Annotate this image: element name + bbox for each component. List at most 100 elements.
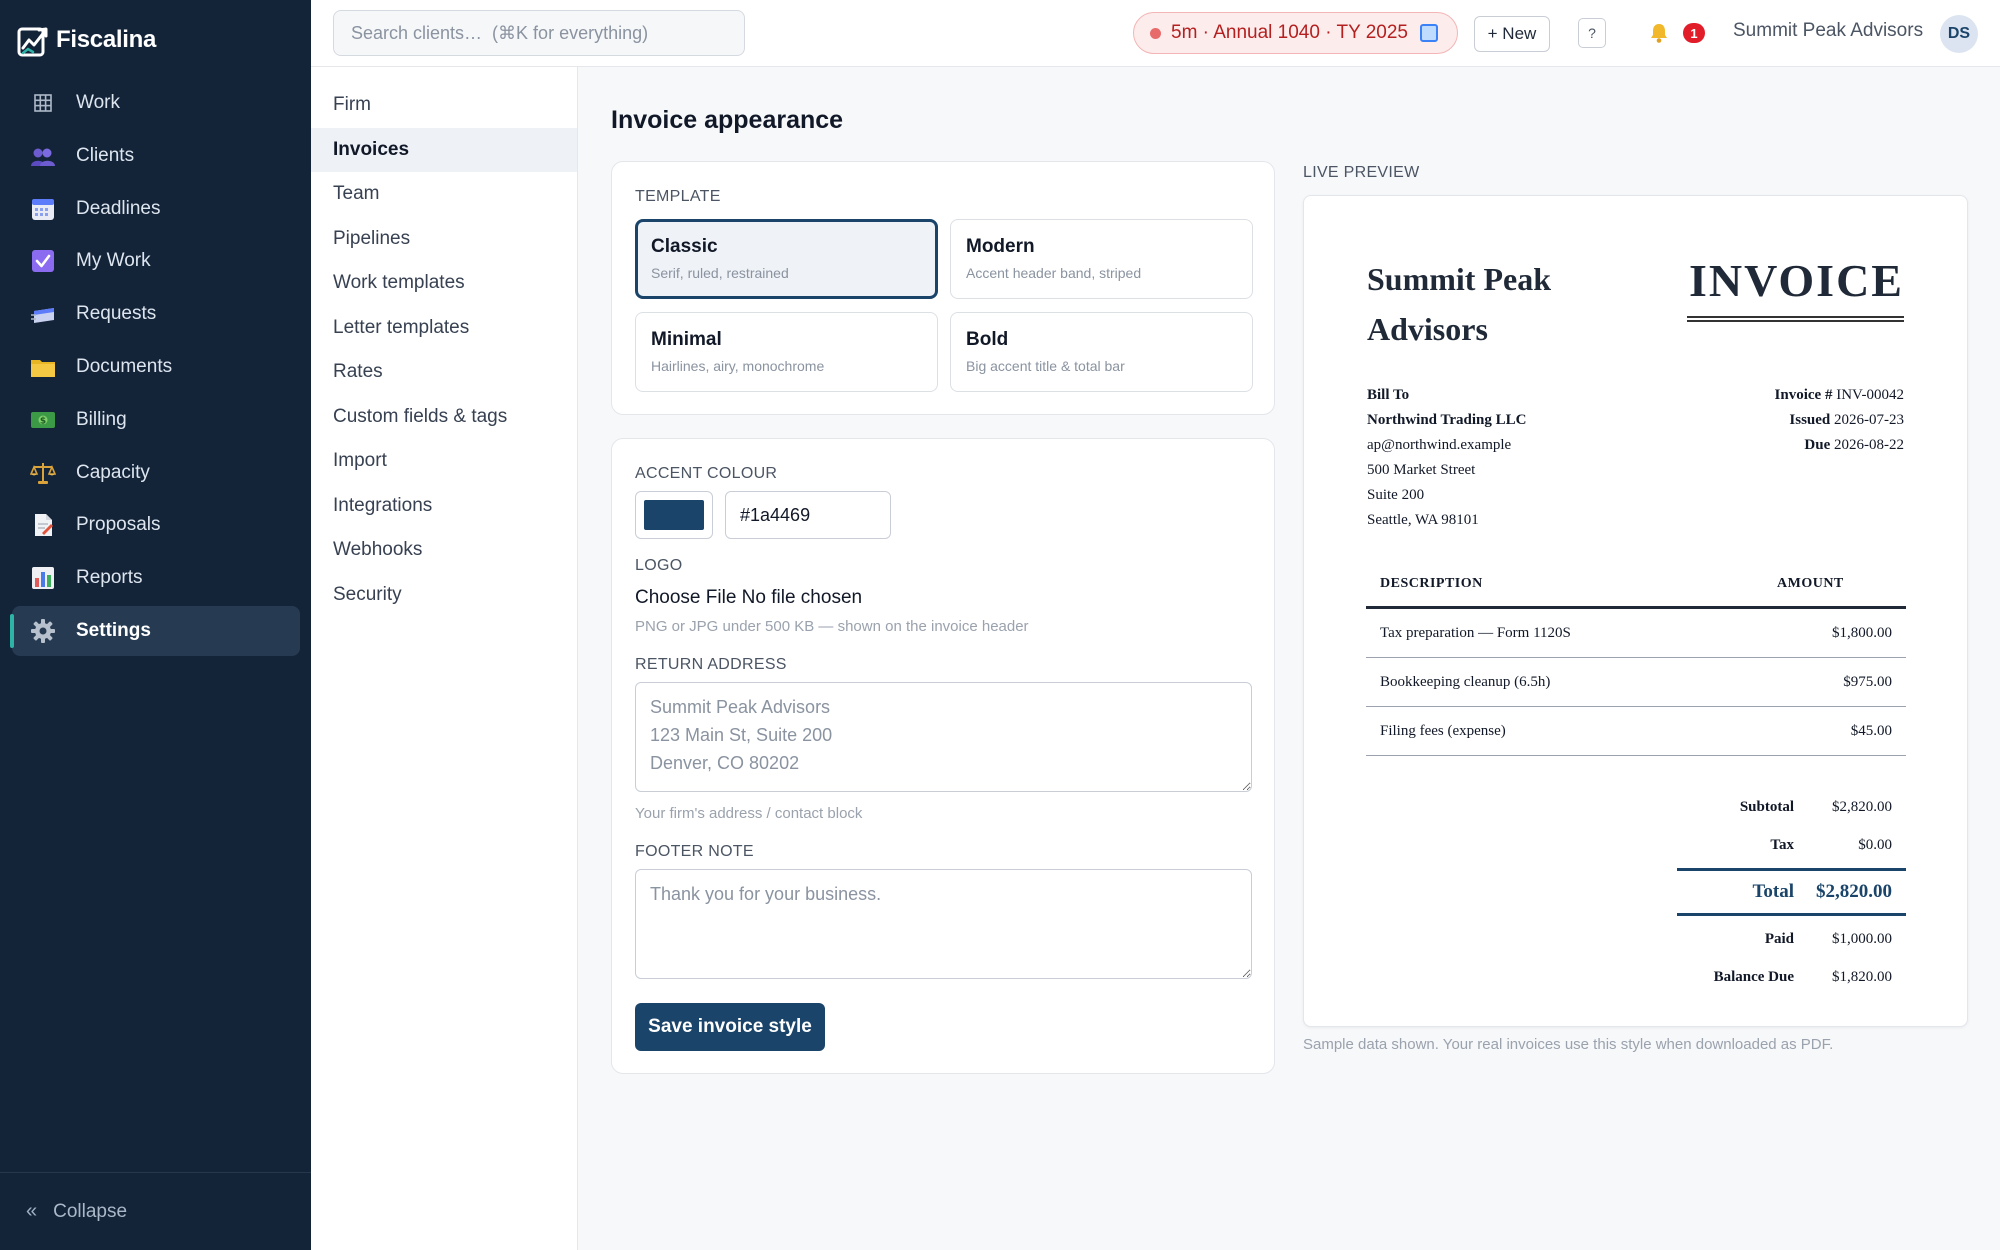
nav-label: Reports bbox=[76, 567, 143, 589]
app-name: Fiscalina bbox=[56, 26, 157, 53]
template-name: Modern bbox=[966, 236, 1035, 257]
tax-label: Tax bbox=[1770, 836, 1794, 853]
template-card: TEMPLATE Classic Serif, ruled, restraine… bbox=[611, 161, 1275, 415]
return-address-hint: Your firm's address / contact block bbox=[635, 805, 863, 822]
firm-name[interactable]: Summit Peak Advisors bbox=[1733, 20, 1923, 42]
line-description: Tax preparation — Form 1120S bbox=[1380, 624, 1571, 641]
total-label: Total bbox=[1752, 881, 1794, 902]
line-amount: $1,800.00 bbox=[1832, 624, 1892, 641]
recording-dot-icon bbox=[1150, 27, 1161, 39]
timer-text: 5m · Annual 1040 · TY 2025 bbox=[1171, 22, 1408, 43]
template-option-bold[interactable]: Bold Big accent title & total bar bbox=[950, 312, 1253, 392]
paid-value: $1,000.00 bbox=[1832, 930, 1892, 947]
total-value: $2,820.00 bbox=[1816, 881, 1892, 902]
main-nav: Work Clients Deadlines My Work Requests bbox=[10, 78, 300, 659]
nav-item-capacity[interactable]: Capacity bbox=[12, 448, 300, 498]
nav-item-requests[interactable]: Requests bbox=[12, 289, 300, 339]
settings-nav-team[interactable]: Team bbox=[311, 172, 577, 217]
return-address-label: RETURN ADDRESS bbox=[635, 656, 787, 673]
template-label: TEMPLATE bbox=[635, 188, 721, 205]
nav-item-work[interactable]: Work bbox=[12, 78, 300, 128]
template-name: Minimal bbox=[651, 329, 722, 350]
search-input[interactable] bbox=[333, 10, 745, 56]
balance-due-value: $1,820.00 bbox=[1832, 968, 1892, 985]
collapse-label: Collapse bbox=[53, 1200, 128, 1222]
return-address-field[interactable] bbox=[635, 682, 1252, 792]
paid-row: Paid $1,000.00 bbox=[1677, 920, 1906, 958]
nav-label: Requests bbox=[76, 303, 157, 325]
nav-item-my-work[interactable]: My Work bbox=[12, 236, 300, 286]
folder-icon bbox=[30, 354, 56, 380]
settings-nav-firm[interactable]: Firm bbox=[311, 83, 577, 128]
accent-hex-input[interactable] bbox=[725, 491, 891, 539]
settings-nav-invoices[interactable]: Invoices bbox=[311, 127, 577, 172]
nav-label: Deadlines bbox=[76, 197, 161, 219]
settings-nav-import[interactable]: Import bbox=[311, 439, 577, 484]
bell-icon[interactable] bbox=[1648, 22, 1670, 44]
preview-title-rule bbox=[1687, 316, 1904, 322]
settings-nav-custom-fields[interactable]: Custom fields & tags bbox=[311, 395, 577, 440]
settings-nav-letter-templates[interactable]: Letter templates bbox=[311, 306, 577, 351]
nav-item-settings[interactable]: Settings bbox=[10, 605, 300, 656]
running-timer[interactable]: 5m · Annual 1040 · TY 2025 bbox=[1133, 12, 1458, 54]
footer-note-label: FOOTER NOTE bbox=[635, 843, 754, 860]
collapse-button[interactable]: « Collapse bbox=[0, 1172, 311, 1250]
template-desc: Serif, ruled, restrained bbox=[651, 265, 789, 281]
avatar[interactable]: DS bbox=[1940, 15, 1978, 53]
invoice-number-label: Invoice # bbox=[1774, 387, 1833, 403]
gear-icon bbox=[30, 618, 56, 644]
style-form-card: ACCENT COLOUR LOGO Choose File No file c… bbox=[611, 438, 1275, 1074]
accent-swatch bbox=[644, 500, 704, 530]
help-button[interactable]: ? bbox=[1578, 18, 1606, 48]
nav-label: Work bbox=[76, 92, 120, 113]
settings-nav-rates[interactable]: Rates bbox=[311, 350, 577, 395]
people-icon bbox=[30, 143, 56, 169]
due-date: 2026-08-22 bbox=[1834, 437, 1904, 453]
settings-nav-pipelines[interactable]: Pipelines bbox=[311, 217, 577, 262]
template-option-modern[interactable]: Modern Accent header band, striped bbox=[950, 219, 1253, 299]
settings-nav-integrations[interactable]: Integrations bbox=[311, 484, 577, 529]
issued-label: Issued bbox=[1789, 412, 1831, 428]
issued-date: 2026-07-23 bbox=[1834, 412, 1904, 428]
subtotal-value: $2,820.00 bbox=[1832, 798, 1892, 815]
invoice-number: INV-00042 bbox=[1836, 387, 1904, 403]
preview-title: INVOICE bbox=[1688, 255, 1904, 306]
logo-label: LOGO bbox=[635, 557, 683, 574]
save-invoice-style-button[interactable]: Save invoice style bbox=[635, 1003, 825, 1051]
template-name: Classic bbox=[651, 236, 718, 257]
bill-to-company: Northwind Trading LLC bbox=[1367, 412, 1527, 428]
nav-label: Capacity bbox=[76, 461, 150, 483]
accent-colour-picker[interactable] bbox=[635, 491, 713, 539]
nav-item-documents[interactable]: Documents bbox=[12, 342, 300, 392]
nav-label: Settings bbox=[76, 619, 151, 641]
line-description: Bookkeeping cleanup (6.5h) bbox=[1380, 673, 1551, 690]
file-status: No file chosen bbox=[741, 587, 863, 608]
table-row: Bookkeeping cleanup (6.5h) $975.00 bbox=[1366, 658, 1906, 707]
checkbox-icon bbox=[30, 248, 56, 274]
preview-invoice-meta: Invoice # INV-00042 Issued 2026-07-23 Du… bbox=[1775, 383, 1904, 458]
settings-nav-webhooks[interactable]: Webhooks bbox=[311, 528, 577, 573]
nav-item-clients[interactable]: Clients bbox=[12, 131, 300, 181]
choose-file-button[interactable]: Choose File bbox=[635, 587, 736, 608]
tax-row: Tax $0.00 bbox=[1677, 826, 1906, 864]
brand[interactable]: Fiscalina bbox=[16, 20, 156, 60]
preview-totals: Subtotal $2,820.00 Tax $0.00 Total $2,82… bbox=[1677, 788, 1906, 996]
nav-item-reports[interactable]: Reports bbox=[12, 553, 300, 603]
template-option-classic[interactable]: Classic Serif, ruled, restrained bbox=[635, 219, 938, 299]
invoice-preview: Summit Peak Advisors INVOICE Bill To Nor… bbox=[1303, 195, 1968, 1027]
new-button[interactable]: + New bbox=[1474, 16, 1550, 52]
template-desc: Accent header band, striped bbox=[966, 265, 1142, 281]
template-desc: Hairlines, airy, monochrome bbox=[651, 358, 825, 374]
settings-nav: Firm Invoices Team Pipelines Work templa… bbox=[311, 67, 578, 1250]
live-preview-label: LIVE PREVIEW bbox=[1303, 164, 1420, 181]
bill-to-suite: Suite 200 bbox=[1367, 487, 1425, 503]
nav-item-proposals[interactable]: Proposals bbox=[12, 500, 300, 550]
nav-item-deadlines[interactable]: Deadlines bbox=[12, 184, 300, 234]
amount-column-header: AMOUNT bbox=[1777, 575, 1844, 591]
stop-icon[interactable] bbox=[1419, 24, 1438, 42]
nav-item-billing[interactable]: $ Billing bbox=[12, 395, 300, 445]
settings-nav-work-templates[interactable]: Work templates bbox=[311, 261, 577, 306]
footer-note-field[interactable] bbox=[635, 869, 1252, 979]
settings-nav-security[interactable]: Security bbox=[311, 573, 577, 618]
template-option-minimal[interactable]: Minimal Hairlines, airy, monochrome bbox=[635, 312, 938, 392]
